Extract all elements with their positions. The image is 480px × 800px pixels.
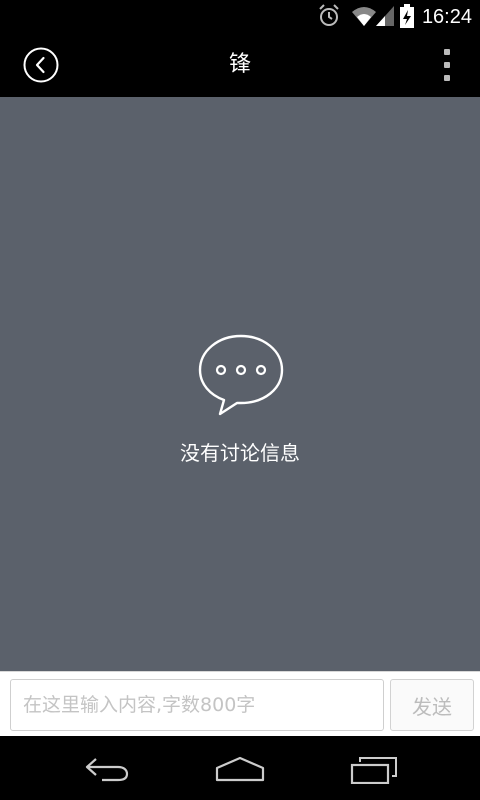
home-icon[interactable]	[215, 756, 265, 782]
overflow-menu-icon	[444, 49, 450, 55]
title-bar: 锋	[0, 33, 480, 97]
message-composer: 发送	[0, 671, 480, 736]
back-icon[interactable]	[84, 756, 130, 782]
wifi-icon	[352, 7, 376, 26]
chat-bubble-icon	[198, 334, 284, 416]
status-bar: 16:24	[0, 0, 480, 33]
status-clock: 16:24	[421, 6, 472, 28]
send-button[interactable]: 发送	[390, 679, 474, 731]
discussion-list-area: 没有讨论信息	[0, 97, 480, 671]
message-input[interactable]	[10, 679, 384, 731]
recents-icon[interactable]	[350, 756, 398, 784]
alarm-icon	[319, 4, 339, 26]
overflow-menu-button[interactable]	[442, 49, 452, 81]
empty-state-message: 没有讨论信息	[180, 441, 300, 465]
system-nav-bar	[0, 736, 480, 800]
battery-charging-icon	[400, 4, 414, 28]
page-title: 锋	[228, 52, 251, 77]
signal-icon	[376, 6, 394, 26]
